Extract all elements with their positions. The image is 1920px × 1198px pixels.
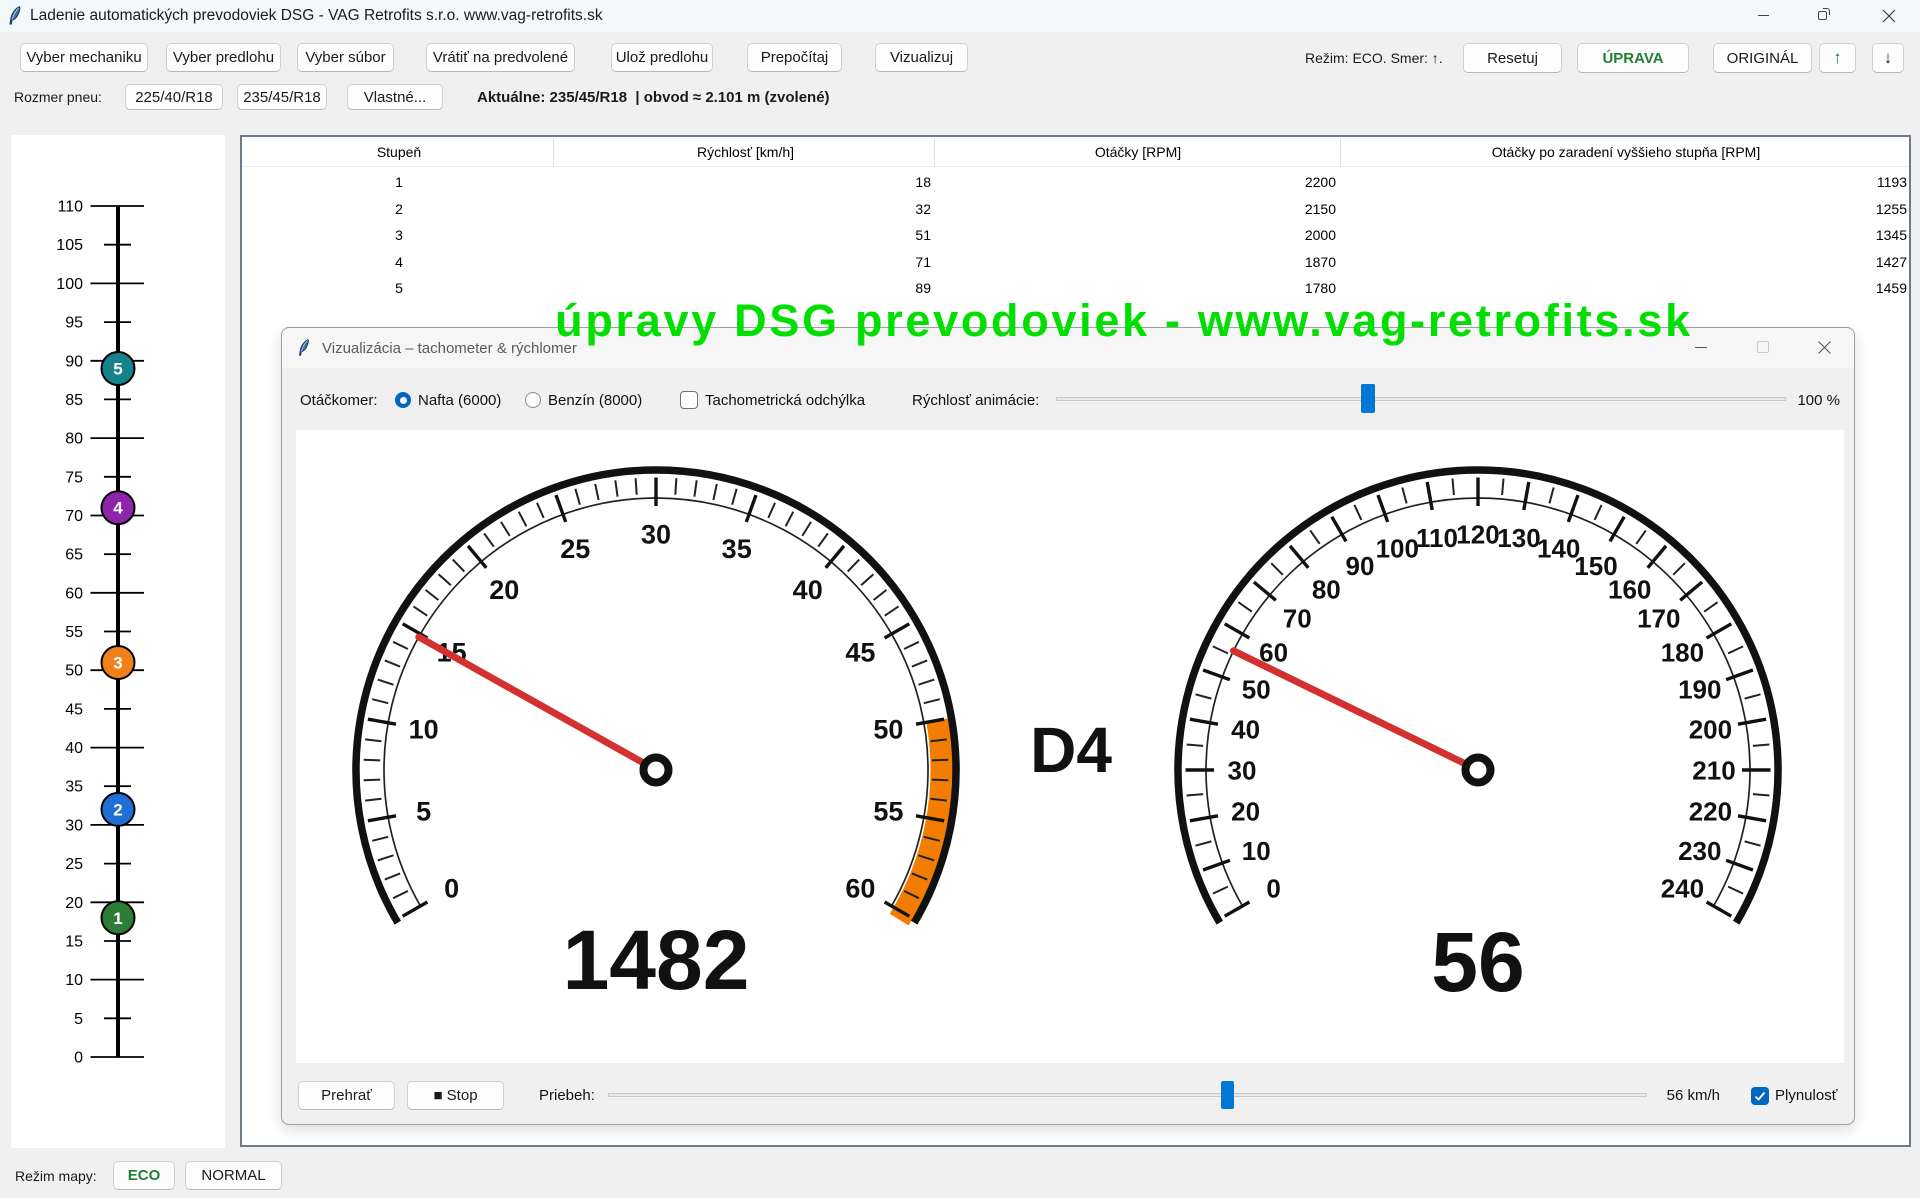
svg-text:20: 20 <box>489 575 519 605</box>
svg-text:5: 5 <box>74 1011 83 1028</box>
svg-text:110: 110 <box>1416 523 1458 553</box>
svg-text:30: 30 <box>641 520 671 550</box>
svg-text:170: 170 <box>1637 604 1680 634</box>
svg-text:70: 70 <box>65 508 83 525</box>
svg-text:5: 5 <box>113 360 122 379</box>
svg-text:50: 50 <box>1242 675 1271 705</box>
svg-text:70: 70 <box>1283 604 1312 634</box>
svg-text:35: 35 <box>65 779 83 796</box>
svg-text:120: 120 <box>1456 519 1499 549</box>
svg-text:3: 3 <box>113 654 122 673</box>
svg-text:75: 75 <box>65 469 83 486</box>
svg-text:85: 85 <box>65 392 83 409</box>
svg-text:90: 90 <box>1346 551 1375 581</box>
svg-text:25: 25 <box>65 856 83 873</box>
svg-text:D4: D4 <box>1030 714 1112 786</box>
svg-text:40: 40 <box>65 740 83 757</box>
svg-text:65: 65 <box>65 547 83 564</box>
svg-text:110: 110 <box>57 199 83 216</box>
svg-text:105: 105 <box>56 237 83 254</box>
svg-text:35: 35 <box>722 534 752 564</box>
svg-text:0: 0 <box>1266 873 1280 903</box>
svg-text:10: 10 <box>1242 836 1271 866</box>
svg-text:2: 2 <box>113 800 122 819</box>
svg-text:60: 60 <box>65 585 83 602</box>
svg-text:200: 200 <box>1689 714 1732 744</box>
svg-text:5: 5 <box>416 797 431 827</box>
svg-text:180: 180 <box>1661 637 1704 667</box>
svg-text:80: 80 <box>1312 575 1341 605</box>
svg-text:1482: 1482 <box>563 913 750 1007</box>
svg-text:56: 56 <box>1431 915 1524 1009</box>
svg-text:40: 40 <box>1231 714 1260 744</box>
svg-text:45: 45 <box>65 701 83 718</box>
svg-text:60: 60 <box>845 874 875 904</box>
svg-text:0: 0 <box>74 1050 83 1067</box>
svg-text:80: 80 <box>65 431 83 448</box>
svg-text:50: 50 <box>65 663 83 680</box>
svg-text:25: 25 <box>560 534 590 564</box>
svg-text:55: 55 <box>873 797 903 827</box>
svg-text:0: 0 <box>444 874 459 904</box>
svg-text:10: 10 <box>409 715 439 745</box>
svg-text:30: 30 <box>1228 755 1257 785</box>
svg-text:20: 20 <box>1231 796 1260 826</box>
svg-text:45: 45 <box>845 638 875 668</box>
svg-text:20: 20 <box>65 895 83 912</box>
svg-text:190: 190 <box>1678 675 1721 705</box>
svg-text:100: 100 <box>1376 534 1419 564</box>
svg-text:130: 130 <box>1497 523 1540 553</box>
svg-text:95: 95 <box>65 315 83 332</box>
svg-text:30: 30 <box>65 817 83 834</box>
svg-text:40: 40 <box>793 575 823 605</box>
svg-text:50: 50 <box>873 715 903 745</box>
svg-text:160: 160 <box>1608 575 1651 605</box>
svg-text:90: 90 <box>65 353 83 370</box>
svg-text:1: 1 <box>113 909 122 928</box>
svg-text:55: 55 <box>65 624 83 641</box>
svg-text:100: 100 <box>56 276 83 293</box>
svg-text:10: 10 <box>65 972 83 989</box>
svg-text:220: 220 <box>1689 796 1732 826</box>
svg-text:4: 4 <box>113 499 123 518</box>
svg-text:230: 230 <box>1678 836 1721 866</box>
svg-text:240: 240 <box>1661 873 1704 903</box>
svg-text:210: 210 <box>1692 755 1735 785</box>
svg-text:15: 15 <box>65 934 83 951</box>
